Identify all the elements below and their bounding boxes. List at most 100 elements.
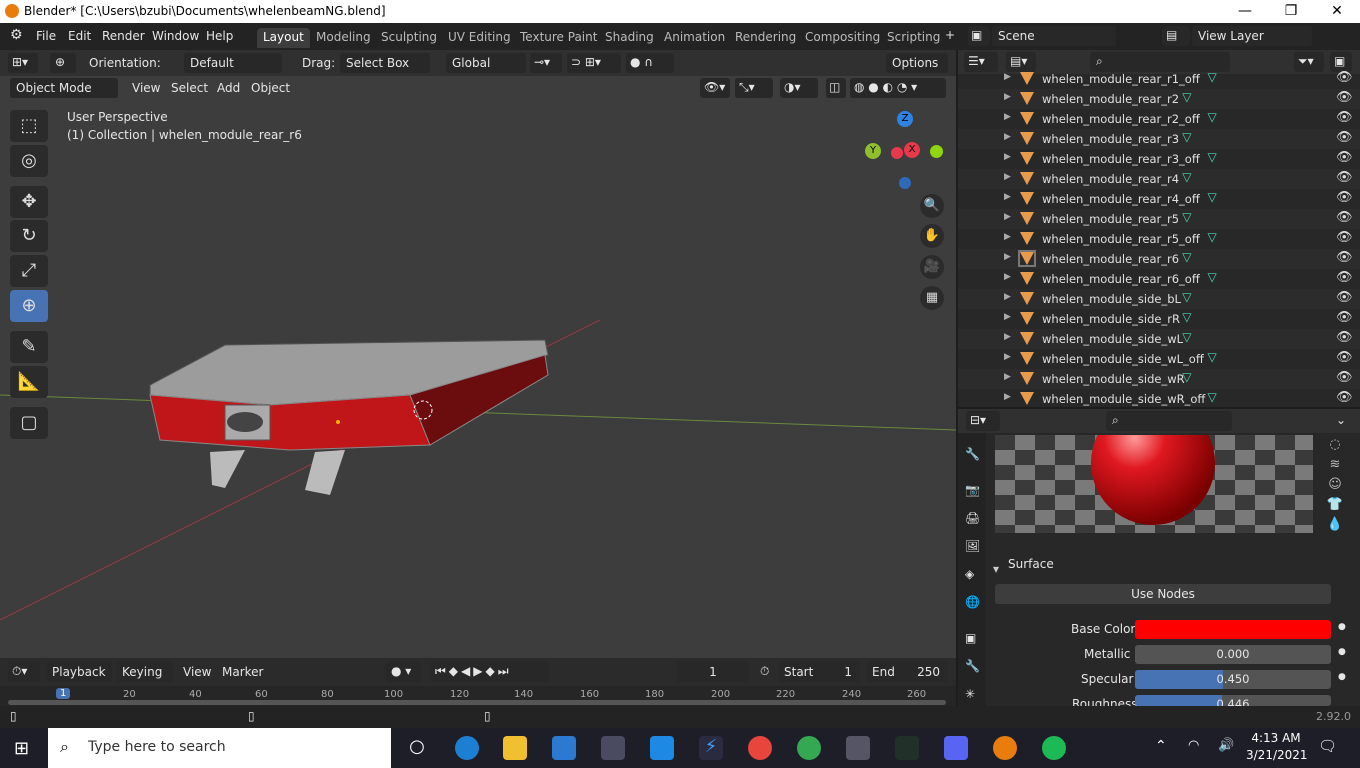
visibility-eye-icon[interactable]: 👁 (1336, 70, 1353, 85)
visibility-eye-icon[interactable]: 👁 (1336, 110, 1353, 125)
record-icon[interactable]: ● ▾ (386, 662, 422, 682)
select-box-tool[interactable]: ⬚ (10, 110, 48, 142)
menu-file[interactable]: File (36, 29, 56, 43)
proportional-edit-icon[interactable]: ● ∩ (626, 53, 674, 73)
outliner-row[interactable]: ▶ whelen_module_rear_r1_off ▽ 👁 (958, 69, 1360, 89)
viewport-menu-object[interactable]: Object (251, 81, 290, 95)
windows-start-icon[interactable]: ⊞ (14, 738, 29, 759)
properties-search-input[interactable]: ⌕ (1106, 411, 1232, 431)
use-nodes-button[interactable]: Use Nodes (995, 584, 1331, 604)
render-tab-icon[interactable]: 📷 (965, 483, 980, 497)
output-tab-icon[interactable]: 🖨 (965, 511, 980, 525)
tab-animation[interactable]: Animation (658, 28, 731, 48)
blender-menu-icon[interactable]: ⚙ (10, 27, 23, 43)
close-icon[interactable]: ✕ (1314, 0, 1360, 23)
expand-arrow-icon[interactable]: ▶ (1004, 172, 1011, 182)
visibility-icon[interactable]: 👁▾ (700, 78, 730, 98)
3d-viewport[interactable]: ⬚ ◎ ✥ ↻ ⤢ ⊕ ✎ 📐 ▢ User Perspective (1) C… (0, 50, 956, 658)
view-layer-tab-icon[interactable]: 🖼 (965, 539, 980, 553)
visibility-eye-icon[interactable]: 👁 (1336, 350, 1353, 365)
clock-time[interactable]: 4:13 AM (1250, 731, 1302, 745)
mesh-data-icon[interactable]: ▽ (1182, 90, 1191, 104)
visibility-eye-icon[interactable]: 👁 (1336, 390, 1353, 405)
mesh-data-icon[interactable]: ▽ (1182, 370, 1191, 384)
clock-date[interactable]: 3/21/2021 (1246, 748, 1308, 762)
tab-compositing[interactable]: Compositing (799, 28, 886, 48)
tab-modeling[interactable]: Modeling (310, 28, 377, 48)
tool-tab-icon[interactable]: 🔧 (965, 447, 980, 461)
expand-arrow-icon[interactable]: ▶ (1004, 212, 1011, 222)
visibility-eye-icon[interactable]: 👁 (1336, 330, 1353, 345)
options-button[interactable]: Options (886, 53, 948, 73)
object-mode-select[interactable]: Object Mode (10, 78, 118, 98)
viewport-menu-view[interactable]: View (132, 81, 160, 95)
minimize-icon[interactable]: — (1222, 0, 1268, 23)
visibility-eye-icon[interactable]: 👁 (1336, 370, 1353, 385)
timeline-marker-menu[interactable]: Marker (222, 665, 263, 679)
visibility-eye-icon[interactable]: 👁 (1336, 230, 1353, 245)
tab-uv-editing[interactable]: UV Editing (442, 28, 517, 48)
end-frame-field[interactable]: End 250 (866, 662, 948, 682)
media-app-icon[interactable] (650, 736, 674, 760)
scale-tool[interactable]: ⤢ (10, 255, 48, 287)
visibility-eye-icon[interactable]: 👁 (1336, 150, 1353, 165)
object-tab-icon[interactable]: ▣ (965, 631, 976, 645)
expand-arrow-icon[interactable]: ▶ (1004, 132, 1011, 142)
metallic-field[interactable]: 0.000 (1135, 645, 1331, 664)
mail-icon[interactable] (552, 736, 576, 760)
outliner-row[interactable]: ▶ whelen_module_rear_r3 ▽ 👁 (958, 129, 1360, 149)
vscode-like-icon[interactable]: ⚡ (699, 736, 723, 760)
measure-tool[interactable]: 📐 (10, 366, 48, 398)
gizmo-toggle-icon[interactable]: ⤡▾ (735, 78, 773, 98)
mesh-data-icon[interactable]: ▽ (1208, 390, 1217, 404)
graph-app-icon[interactable] (895, 736, 919, 760)
taskbar-search-box[interactable]: ⌕ Type here to search (48, 728, 391, 768)
visibility-eye-icon[interactable]: 👁 (1336, 290, 1353, 305)
visibility-eye-icon[interactable]: 👁 (1336, 270, 1353, 285)
store-icon[interactable] (601, 736, 625, 760)
scene-tab-icon[interactable]: ◈ (965, 567, 974, 581)
outliner-row[interactable]: ▶ whelen_module_rear_r2_off ▽ 👁 (958, 109, 1360, 129)
expand-arrow-icon[interactable]: ▶ (1004, 332, 1011, 342)
scene-field[interactable]: Scene (992, 26, 1116, 46)
gizmo-y-axis[interactable]: Y (865, 143, 881, 159)
chrome-canary-icon[interactable] (748, 736, 772, 760)
mesh-data-icon[interactable]: ▽ (1182, 170, 1191, 184)
expand-arrow-icon[interactable]: ▶ (1004, 112, 1011, 122)
cursor-tool[interactable]: ◎ (10, 145, 48, 177)
outliner-row[interactable]: ▶ whelen_module_side_wL_off ▽ 👁 (958, 349, 1360, 369)
drag-select[interactable]: Select Box (340, 53, 430, 73)
tab-layout[interactable]: Layout (257, 28, 310, 48)
transform-tool-icon[interactable]: ⊕ (50, 53, 76, 73)
modifier-tab-icon[interactable]: 🔧 (965, 659, 980, 673)
outliner-row[interactable]: ▶ whelen_module_rear_r4 ▽ 👁 (958, 169, 1360, 189)
orientation-select[interactable]: Default (184, 53, 282, 73)
snap-icon[interactable]: ⊃ ⊞▾ (567, 53, 621, 73)
timeline-view-menu[interactable]: View (183, 665, 211, 679)
visibility-eye-icon[interactable]: 👁 (1336, 170, 1353, 185)
tab-rendering[interactable]: Rendering (729, 28, 802, 48)
specular-field[interactable]: 0.450 (1135, 670, 1331, 689)
mesh-data-icon[interactable]: ▽ (1182, 310, 1191, 324)
xray-icon[interactable]: ◫ (826, 78, 846, 98)
outliner-row[interactable]: ▶ whelen_module_rear_r3_off ▽ 👁 (958, 149, 1360, 169)
mesh-data-icon[interactable]: ▽ (1182, 330, 1191, 344)
playback-controls-icons[interactable]: ⏮◆◀▶◆⏭ (430, 662, 550, 682)
rotate-tool[interactable]: ↻ (10, 220, 48, 252)
edge-icon[interactable] (455, 736, 479, 760)
outliner-row[interactable]: ▶ whelen_module_rear_r5_off ▽ 👁 (958, 229, 1360, 249)
expand-arrow-icon[interactable]: ▶ (1004, 372, 1011, 382)
gizmo-neg-x[interactable] (930, 145, 943, 158)
tab-shading[interactable]: Shading (599, 28, 660, 48)
task-view-icon[interactable]: ○ (405, 736, 429, 760)
shading-mode-icons[interactable]: ◍ ● ◐ ◔ ▾ (850, 78, 946, 98)
maximize-icon[interactable]: ❐ (1268, 0, 1314, 23)
specular-dot-icon[interactable]: ● (1338, 672, 1346, 682)
tab-scripting[interactable]: Scripting (881, 28, 946, 48)
timeline-scrollbar[interactable] (8, 700, 946, 705)
outliner-row[interactable]: ▶ whelen_module_rear_r6 ▽ 👁 (958, 249, 1360, 269)
keying-menu[interactable]: Keying (116, 662, 174, 682)
mesh-data-icon[interactable]: ▽ (1182, 130, 1191, 144)
gizmo-neg-z[interactable] (899, 177, 911, 189)
outliner-row[interactable]: ▶ whelen_module_side_bL ▽ 👁 (958, 289, 1360, 309)
